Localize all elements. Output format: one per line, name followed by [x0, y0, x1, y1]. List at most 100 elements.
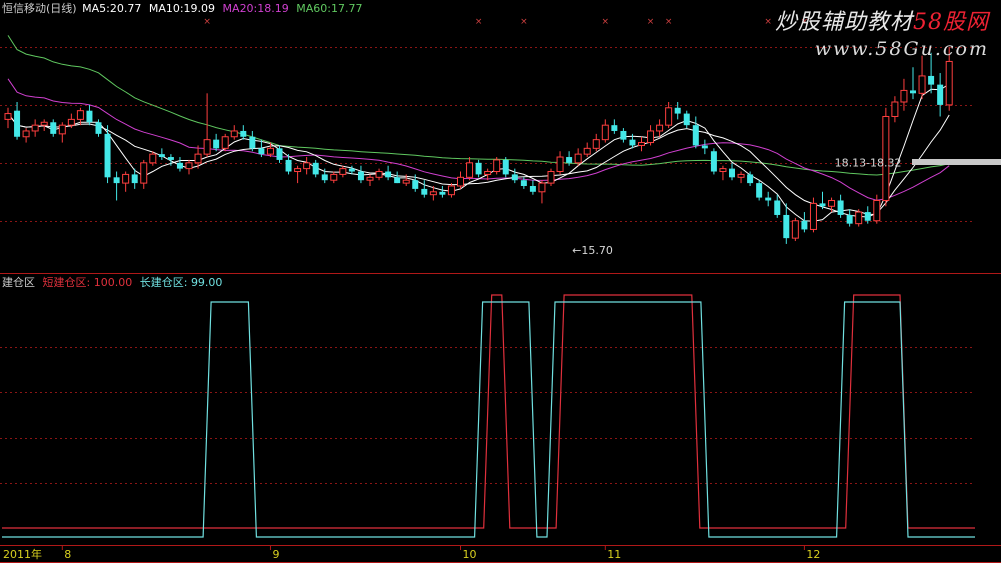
- candle-body-up: [638, 142, 645, 146]
- candle-body-down: [357, 171, 364, 181]
- candle-body-down: [729, 168, 735, 178]
- candle-body-down: [131, 174, 138, 184]
- ma60-value: 17.77: [330, 2, 363, 15]
- candle-body-up: [4, 113, 12, 120]
- candle-body-up: [873, 199, 881, 222]
- candle-body-up: [791, 220, 799, 239]
- candle-body-up: [429, 191, 437, 196]
- candle-body-down: [95, 122, 102, 134]
- ma20-line: [7, 78, 950, 201]
- candle-body-up: [230, 130, 238, 138]
- candle-body-down: [176, 162, 183, 169]
- candle-body-down: [50, 122, 57, 134]
- ma20-label: MA20:: [222, 2, 258, 15]
- candle-body-down: [385, 171, 392, 178]
- candle-body-up: [601, 124, 609, 141]
- candle-body-up: [339, 168, 347, 175]
- signal-mark: ×: [647, 17, 655, 27]
- candle-body-up: [402, 179, 410, 184]
- candle-body-up: [294, 168, 302, 173]
- candle-body-down: [774, 200, 781, 215]
- candle-body-up: [122, 173, 130, 184]
- candle-body-up: [330, 173, 338, 181]
- ma5-value: 20.77: [109, 2, 142, 15]
- candle-body-up: [583, 147, 591, 155]
- candle-body-down: [475, 162, 482, 175]
- candle-body-down: [629, 139, 636, 146]
- zone-title: 建仓区: [2, 276, 35, 289]
- candle-body-down: [937, 84, 944, 105]
- candle-body-down: [837, 200, 844, 215]
- signal-mark: ×: [203, 17, 211, 27]
- candle-body-up: [149, 153, 157, 164]
- ma60-label: MA60:: [296, 2, 331, 15]
- candle-body-up: [900, 89, 908, 103]
- candle-body-down: [611, 125, 618, 131]
- candle-body-up: [656, 124, 664, 132]
- candle-body-up: [58, 124, 66, 135]
- candle-body-down: [439, 191, 446, 195]
- candle-body-up: [592, 139, 600, 149]
- candle-body-up: [194, 153, 202, 164]
- candle-body-down: [864, 212, 871, 221]
- candle-body-down: [113, 177, 120, 184]
- signal-mark: ×: [665, 17, 673, 27]
- candle-body-up: [493, 159, 501, 173]
- candle-body-down: [928, 75, 935, 85]
- ma10-label: MA10:: [148, 2, 184, 15]
- ma20-value: 18.19: [257, 2, 289, 15]
- short-zone-value: 100.00: [93, 276, 133, 289]
- candle-body-down: [502, 159, 509, 175]
- candle-body-up: [375, 171, 383, 178]
- signal-mark: ×: [520, 17, 528, 27]
- candle-body-up: [457, 176, 464, 187]
- stock-title: 恒信移动(日线): [2, 2, 77, 15]
- candle-body-up: [647, 130, 655, 144]
- short-zone-label: 短建仓区:: [42, 276, 91, 289]
- x-tick-label: 9: [272, 548, 279, 561]
- candle-body-down: [819, 203, 826, 207]
- candle-body-down: [167, 157, 174, 160]
- candle-body-down: [692, 125, 699, 146]
- candle-body-down: [783, 214, 790, 239]
- candle-body-up: [538, 182, 546, 193]
- candle-body-up: [665, 107, 673, 126]
- candle-body-up: [203, 139, 211, 155]
- candle-body-up: [22, 130, 30, 138]
- candle-body-down: [348, 168, 355, 172]
- candle-body-down: [674, 107, 681, 114]
- candle-body-up: [466, 162, 474, 178]
- x-tick-label: 11: [607, 548, 621, 561]
- low-price-annotation: ←15.70: [572, 244, 613, 257]
- short-zone-line: [2, 294, 975, 529]
- zone-legend: 建仓区 短建仓区: 100.00 长建仓区: 99.00: [2, 277, 222, 289]
- range-annotation: 18.13-18.32: [835, 157, 902, 170]
- signal-mark: ×: [764, 17, 772, 27]
- candle-body-up: [185, 162, 193, 170]
- candle-body-down: [321, 174, 328, 181]
- candle-body-up: [447, 185, 455, 196]
- candle-body-down: [747, 174, 754, 184]
- ma5-label: MA5:: [82, 2, 110, 15]
- candle-body-up: [556, 156, 564, 173]
- candle-body-down: [104, 133, 111, 178]
- ma5-line: [7, 83, 950, 222]
- candle-body-down: [86, 110, 93, 123]
- candle-body-up: [737, 173, 745, 178]
- x-tick-label: 12: [806, 548, 820, 561]
- candle-body-down: [240, 130, 247, 137]
- candle-body-down: [756, 183, 763, 198]
- candle-body-down: [276, 148, 283, 160]
- candle-body-down: [394, 177, 401, 184]
- candle-body-down: [620, 130, 627, 140]
- candle-body-down: [529, 186, 536, 192]
- candle-body-up: [40, 121, 48, 126]
- last-price-bar: [912, 159, 1001, 165]
- candle-body-up: [574, 153, 582, 164]
- candle-body-down: [710, 151, 717, 172]
- candle-body-up: [918, 75, 926, 94]
- candle-body-up: [809, 202, 817, 230]
- signal-mark: ×: [475, 17, 483, 27]
- candle-body-down: [801, 220, 808, 230]
- candle-body-up: [945, 60, 953, 106]
